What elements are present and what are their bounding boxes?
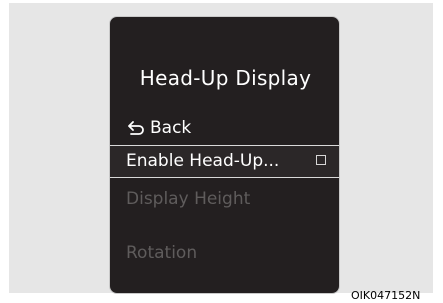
menu-item-label: Enable Head-Up... bbox=[126, 151, 280, 171]
checkbox-icon[interactable] bbox=[316, 155, 326, 165]
back-label: Back bbox=[150, 118, 192, 138]
back-arrow-icon bbox=[126, 118, 146, 138]
menu-item-enable-head-up[interactable]: Enable Head-Up... bbox=[110, 145, 339, 178]
menu-title: Head-Up Display bbox=[139, 66, 312, 90]
menu-item-display-height: Display Height bbox=[126, 189, 251, 209]
menu-item-rotation: Rotation bbox=[126, 243, 198, 263]
hud-settings-screen: Head-Up Display Back Enable Head-Up... D… bbox=[109, 16, 340, 294]
back-button[interactable]: Back bbox=[126, 116, 191, 140]
image-code: OIK047152N bbox=[351, 289, 421, 302]
